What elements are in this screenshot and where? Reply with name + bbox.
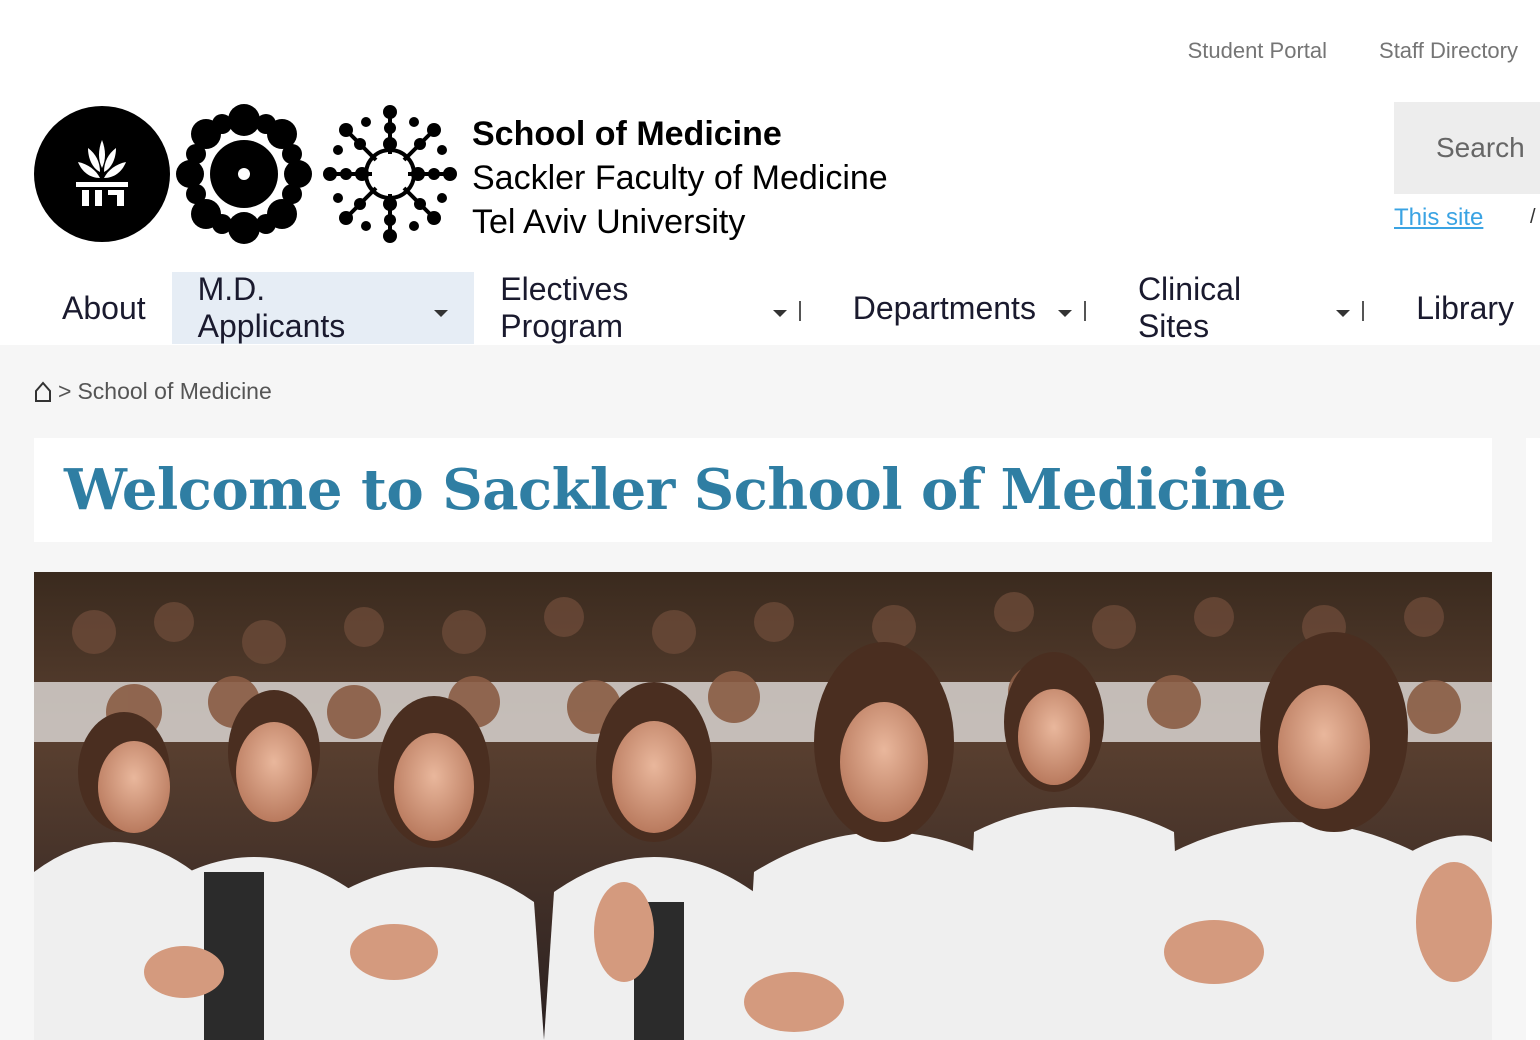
nav-item-label: Clinical Sites: [1137, 271, 1242, 344]
main-nav: About M.D. Applicants Electives Program …: [36, 271, 1540, 344]
breadcrumb: > School of Medicine: [34, 378, 272, 405]
site-title-school: School of Medicine: [472, 115, 782, 153]
nav-item-clinical-sites[interactable]: Clinical Sites: [1112, 271, 1390, 344]
site-title-university: Tel Aviv University: [472, 203, 746, 241]
chevron-down-icon[interactable]: [772, 309, 787, 317]
site-titles[interactable]: School of Medicine Sackler Faculty of Me…: [472, 112, 888, 244]
nav-item-label: About: [62, 289, 146, 326]
molecule-emblem: [323, 105, 457, 243]
hero-image: [34, 572, 1492, 1040]
staff-directory-link[interactable]: Staff Directory: [1379, 38, 1518, 64]
search-scope: This site /: [1394, 204, 1536, 232]
nav-divider: [1362, 301, 1365, 321]
site-title-faculty: Sackler Faculty of Medicine: [472, 159, 888, 197]
nav-item-label: Library: [1416, 289, 1515, 326]
nav-item-label: Departments: [852, 289, 1036, 326]
student-portal-link[interactable]: Student Portal: [1188, 38, 1327, 64]
chevron-down-icon[interactable]: [1057, 309, 1072, 317]
nav-divider: [798, 301, 801, 321]
breadcrumb-separator: >: [58, 378, 72, 404]
search-placeholder: Search: [1436, 132, 1525, 163]
nav-item-md-applicants[interactable]: M.D. Applicants: [171, 271, 475, 344]
sidebar-edge: [1526, 438, 1540, 1040]
breadcrumb-current: School of Medicine: [77, 378, 272, 404]
nav-item-label: M.D. Applicants: [197, 271, 346, 344]
nav-item-electives-program[interactable]: Electives Program: [474, 271, 826, 344]
nav-item-about[interactable]: About: [36, 272, 172, 344]
nav-item-label: Electives Program: [500, 271, 629, 344]
search-input[interactable]: Search: [1394, 102, 1540, 194]
page-title: Welcome to Sackler School of Medicine: [64, 457, 1287, 523]
nav-item-library[interactable]: Library: [1390, 272, 1540, 344]
flower-emblem: [176, 104, 312, 244]
tel-aviv-university-seal: [34, 106, 170, 242]
utility-nav: Student Portal Staff Directory: [1188, 38, 1518, 64]
chevron-down-icon[interactable]: [434, 309, 449, 317]
search-scope-this-site[interactable]: This site: [1394, 204, 1483, 232]
logo-group[interactable]: [34, 104, 460, 244]
chevron-down-icon[interactable]: [1336, 309, 1351, 317]
search-scope-separator: /: [1530, 206, 1536, 228]
nav-item-departments[interactable]: Departments: [827, 272, 1112, 344]
nav-divider: [1083, 301, 1086, 321]
page-title-card: Welcome to Sackler School of Medicine: [34, 438, 1492, 542]
home-icon[interactable]: [34, 380, 52, 403]
